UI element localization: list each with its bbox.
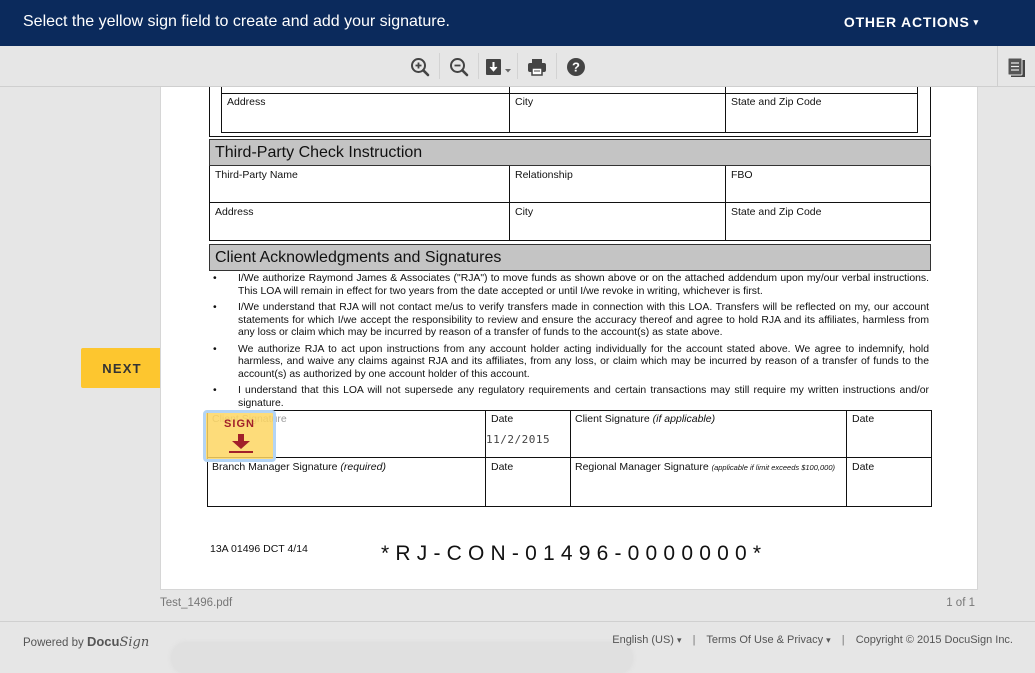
third-party-state-zip-label: State and Zip Code [731,206,822,218]
arrow-down-icon [229,434,253,453]
document-toolbar: ? [0,46,1035,87]
file-name: Test_1496.pdf [160,597,233,609]
docusign-logo: DocuSign [86,634,150,650]
address-label: Address [227,96,266,108]
branch-manager-note: (required) [340,461,386,473]
third-party-address-label: Address [215,206,254,218]
instruction-message: Select the yellow sign field to create a… [23,13,450,30]
fbo-label: FBO [731,169,753,181]
regional-manager-label: Regional Manager Signature (applicable i… [575,461,835,473]
footer-divider [0,621,1035,622]
regional-manager-text: Regional Manager Signature [575,461,709,473]
acknowledgment-item: We authorize RJA to act upon instruction… [213,344,929,382]
acknowledgments-section-title: Client Acknowledgments and Signatures [209,244,931,271]
zoom-out-icon [450,58,469,77]
footer-links: English (US) ▾ | Terms Of Use & Privacy … [612,634,1013,646]
chevron-down-icon: ▾ [826,635,831,645]
branch-manager-label: Branch Manager Signature (required) [212,461,386,473]
download-icon [486,59,511,75]
date-value: 11/2/2015 [486,433,551,446]
language-selector[interactable]: English (US) ▾ [612,634,681,646]
separator: | [841,634,845,646]
third-party-section-title: Third-Party Check Instruction [209,139,931,166]
city-label: City [515,96,534,108]
barcode-text: *RJ-CON-01496-0000000* [381,542,768,565]
chevron-down-icon: ▾ [677,635,682,645]
documents-icon [1007,57,1025,77]
powered-by-text: Powered by [23,637,84,649]
state-zip-label: State and Zip Code [731,96,822,108]
branch-manager-text: Branch Manager Signature [212,461,338,473]
sign-label: SIGN [224,418,255,430]
powered-by: Powered by DocuSign [23,634,149,650]
date-label-2: Date [852,413,875,425]
toolbar-divider [997,46,998,87]
third-party-city-label: City [515,206,534,218]
other-actions-label: OTHER ACTIONS [843,14,970,30]
third-party-name-label: Third-Party Name [215,169,298,181]
help-button[interactable]: ? [564,55,588,79]
language-label: English (US) [612,634,674,646]
logo-bold: Docu [86,634,120,649]
client-signature-2-text: Client Signature [575,413,650,425]
sign-field[interactable]: SIGN [203,410,276,462]
acknowledgment-item: I understand that this LOA will not supe… [213,385,929,410]
next-button[interactable]: NEXT [81,348,163,388]
print-button[interactable] [525,55,549,79]
zoom-out-button[interactable] [447,55,471,79]
form-code: 13A 01496 DCT 4/14 [210,543,308,555]
zoom-in-button[interactable] [408,55,432,79]
other-actions-menu[interactable]: OTHER ACTIONS ▾ [844,14,979,30]
logo-script: Sign [119,635,150,650]
document-page: Address City State and Zip Code Third-Pa… [160,87,978,590]
terms-label: Terms Of Use & Privacy [706,634,824,646]
download-button[interactable] [484,55,514,79]
acknowledgment-item: I/We authorize Raymond James & Associate… [213,273,929,298]
regional-manager-note: (applicable if limit exceeds $100,000) [711,463,835,472]
documents-button[interactable] [1007,57,1027,79]
acknowledgment-list: I/We authorize Raymond James & Associate… [213,273,929,414]
terms-link[interactable]: Terms Of Use & Privacy ▾ [706,634,830,646]
copyright-text: Copyright © 2015 DocuSign Inc. [855,634,1013,646]
svg-text:?: ? [572,60,580,75]
background-panel [172,643,632,673]
acknowledgment-item: I/We understand that RJA will not contac… [213,302,929,340]
relationship-label: Relationship [515,169,573,181]
separator: | [692,634,696,646]
date-label-4: Date [852,461,875,473]
help-icon: ? [567,58,585,76]
print-icon [528,59,546,76]
date-label-3: Date [491,461,514,473]
client-signature-2-label: Client Signature (if applicable) [575,413,715,425]
chevron-down-icon: ▾ [973,17,979,27]
client-signature-2-note: (if applicable) [652,413,716,425]
page-count: 1 of 1 [946,597,975,609]
top-banner: Select the yellow sign field to create a… [0,0,1035,46]
date-label: Date [491,413,514,425]
zoom-in-icon [411,58,430,77]
